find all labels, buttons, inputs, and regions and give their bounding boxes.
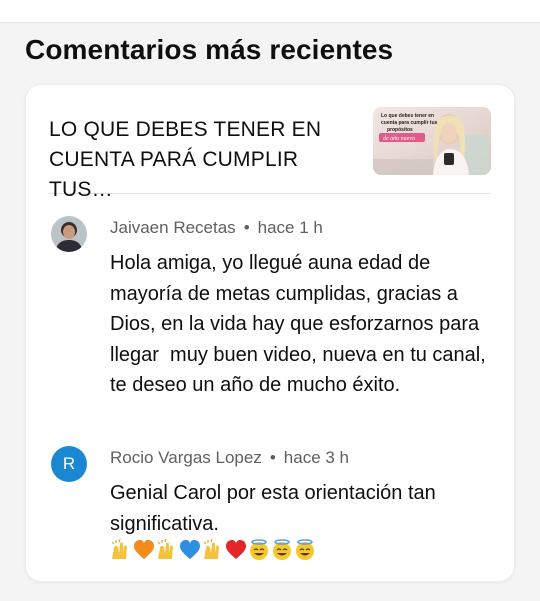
video-thumbnail-image: Lo que debes tener en cuenta para cumpli… [373, 107, 491, 175]
raising-hands-icon [157, 539, 173, 559]
svg-text:Lo que debes tener en: Lo que debes tener en [381, 113, 434, 119]
top-divider [0, 0, 540, 23]
avatar[interactable]: R [51, 446, 87, 482]
raising-hands-icon [111, 539, 127, 559]
separator-dot: • [243, 218, 250, 237]
video-thumbnail[interactable]: Lo que debes tener en cuenta para cumpli… [373, 107, 491, 175]
smiling-face-with-halo-icon [296, 539, 314, 560]
svg-text:propósitos: propósitos [387, 127, 413, 133]
smiling-face-with-halo-icon [250, 539, 268, 560]
comment-author[interactable]: Rocio Vargas Lopez [110, 448, 262, 467]
recent-comments-card: LO QUE DEBES TENER EN CUENTA PARÁ CUMPLI… [25, 84, 515, 582]
blue-heart-icon [180, 540, 200, 559]
user-avatar-image [51, 216, 87, 252]
svg-text:cuenta para cumplir tus: cuenta para cumplir tus [381, 120, 438, 126]
separator-dot: • [269, 448, 276, 467]
comment-text: Hola amiga, yo llegué auna edad de mayor… [110, 252, 492, 396]
comment-time: hace 1 h [257, 218, 323, 237]
comment-author[interactable]: Jaivaen Recetas [110, 218, 236, 237]
avatar[interactable] [51, 216, 87, 252]
svg-text:de año nuevo: de año nuevo [383, 136, 415, 142]
comment-item: R Rocio Vargas Lopez • hace 3 h Genial Car… [51, 446, 491, 566]
smiling-face-with-halo-icon [273, 539, 291, 560]
emoji-row [110, 539, 316, 561]
video-title[interactable]: LO QUE DEBES TENER EN CUENTA PARÁ CUMPLI… [49, 115, 359, 205]
red-heart-icon [226, 540, 246, 559]
section-title: Comentarios más recientes [25, 34, 394, 65]
comment-time: hace 3 h [283, 448, 350, 467]
orange-heart-icon [134, 540, 154, 559]
comment-text: Genial Carol por esta orientación tan si… [110, 482, 442, 535]
comment-item: Jaivaen Recetas • hace 1 h Hola amiga, yo … [51, 216, 491, 431]
comment-meta: Rocio Vargas Lopez • hace 3 h [110, 448, 349, 468]
raising-hands-icon [203, 539, 219, 559]
comment-meta: Jaivaen Recetas • hace 1 h [110, 218, 323, 238]
video-row[interactable]: LO QUE DEBES TENER EN CUENTA PARÁ CUMPLI… [49, 107, 491, 201]
